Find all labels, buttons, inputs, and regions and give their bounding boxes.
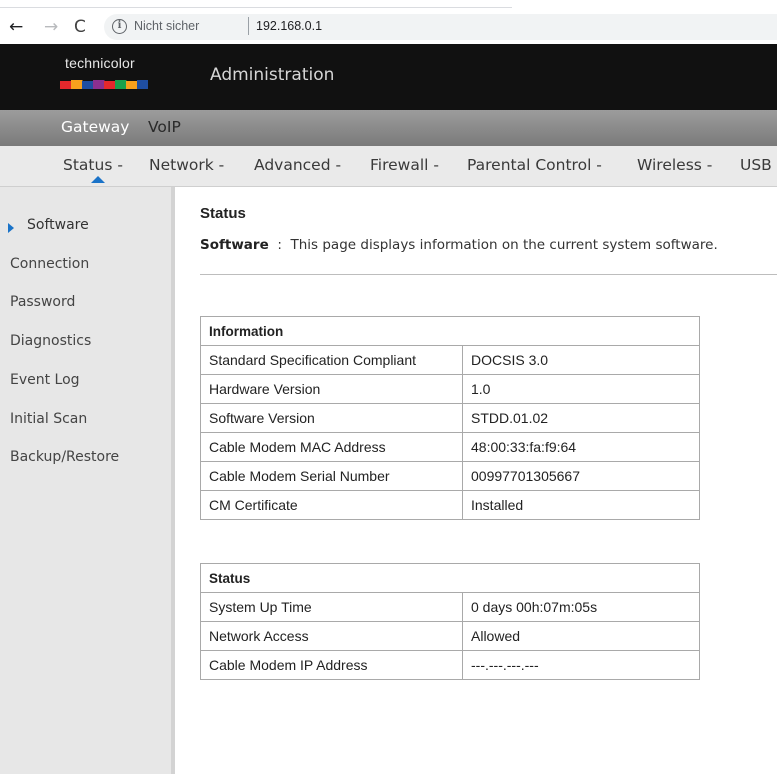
reload-icon[interactable]: C [74, 18, 86, 36]
table-cell-value: Installed [462, 490, 700, 520]
table-cell-key: Standard Specification Compliant [200, 345, 463, 375]
logo-color-segment [93, 80, 105, 89]
subnav-network[interactable]: Network - [149, 156, 224, 174]
table-cell-value: 1.0 [462, 374, 700, 404]
logo-color-segment [60, 81, 72, 89]
page-description: Software : This page displays informatio… [200, 237, 718, 253]
logo-color-segment [126, 81, 138, 89]
active-tab-marker-icon [91, 176, 105, 183]
table-cell-key: Cable Modem Serial Number [200, 461, 463, 491]
sidebar-item-software[interactable]: Software [27, 217, 89, 233]
status-table: Status System Up Time 0 days 00h:07m:05s… [200, 563, 700, 680]
logo-color-segment [137, 80, 148, 89]
table-row: Hardware Version 1.0 [200, 374, 700, 404]
information-table: Information Standard Specification Compl… [200, 316, 700, 520]
table-row: CM Certificate Installed [200, 490, 700, 520]
brand-logo-icon [60, 80, 148, 89]
table-row: Network Access Allowed [200, 621, 700, 651]
logo-color-segment [71, 80, 83, 89]
sidebar-item-backup-restore[interactable]: Backup/Restore [10, 449, 119, 465]
description-separator: : [277, 237, 282, 253]
description-text: This page displays information on the cu… [290, 237, 718, 253]
table-heading: Information [200, 316, 700, 346]
subnav-advanced[interactable]: Advanced - [254, 156, 341, 174]
table-cell-value: 00997701305667 [462, 461, 700, 491]
address-separator [248, 17, 249, 35]
forward-arrow-icon[interactable]: → [44, 18, 58, 36]
table-cell-value: DOCSIS 3.0 [462, 345, 700, 375]
table-cell-key: Cable Modem MAC Address [200, 432, 463, 462]
sidebar-item-password[interactable]: Password [10, 294, 75, 310]
table-cell-value: 0 days 00h:07m:05s [462, 592, 700, 622]
page-header-title: Administration [210, 65, 335, 85]
table-cell-key: Software Version [200, 403, 463, 433]
table-row: Software Version STDD.01.02 [200, 403, 700, 433]
subnav-status[interactable]: Status - [63, 156, 123, 174]
sidebar-item-connection[interactable]: Connection [10, 256, 89, 272]
back-arrow-icon[interactable]: ← [9, 18, 23, 36]
table-cell-key: System Up Time [200, 592, 463, 622]
logo-color-segment [82, 81, 94, 89]
subnav-parental-control[interactable]: Parental Control - [467, 156, 602, 174]
page-title: Status [200, 205, 246, 222]
address-bar[interactable] [104, 14, 777, 40]
top-navigation: Gateway VoIP [0, 110, 777, 146]
table-header-row: Information [200, 316, 700, 346]
table-cell-key: Cable Modem IP Address [200, 650, 463, 680]
subnav-firewall[interactable]: Firewall - [370, 156, 439, 174]
table-row: Cable Modem Serial Number 00997701305667 [200, 461, 700, 491]
table-cell-value: Allowed [462, 621, 700, 651]
app-header: technicolor Administration [0, 44, 777, 110]
table-row: Standard Specification Compliant DOCSIS … [200, 345, 700, 375]
table-cell-key: Hardware Version [200, 374, 463, 404]
tab-strip-edge [0, 7, 512, 8]
nav-voip[interactable]: VoIP [148, 118, 181, 136]
table-cell-key: CM Certificate [200, 490, 463, 520]
table-cell-value: STDD.01.02 [462, 403, 700, 433]
table-row: Cable Modem IP Address ---.---.---.--- [200, 650, 700, 680]
table-header-row: Status [200, 563, 700, 593]
info-icon[interactable]: i [112, 19, 127, 34]
sidebar-item-event-log[interactable]: Event Log [10, 372, 80, 388]
table-cell-key: Network Access [200, 621, 463, 651]
sub-navigation: Status - Network - Advanced - Firewall -… [0, 146, 777, 187]
security-status-label[interactable]: Nicht sicher [134, 19, 199, 33]
main-content: Status Software : This page displays inf… [183, 187, 777, 774]
subnav-usb[interactable]: USB [740, 156, 772, 174]
active-item-arrow-icon [8, 223, 14, 233]
table-row: System Up Time 0 days 00h:07m:05s [200, 592, 700, 622]
browser-toolbar: ← → C i Nicht sicher 192.168.0.1 [0, 0, 777, 44]
url-text[interactable]: 192.168.0.1 [256, 19, 322, 33]
sidebar-item-diagnostics[interactable]: Diagnostics [10, 333, 91, 349]
logo-color-segment [104, 81, 116, 89]
table-cell-value: ---.---.---.--- [462, 650, 700, 680]
table-row: Cable Modem MAC Address 48:00:33:fa:f9:6… [200, 432, 700, 462]
table-heading: Status [200, 563, 700, 593]
nav-gateway[interactable]: Gateway [61, 118, 129, 136]
sidebar-item-initial-scan[interactable]: Initial Scan [10, 411, 87, 427]
description-label: Software [200, 237, 269, 253]
subnav-wireless[interactable]: Wireless - [637, 156, 712, 174]
table-cell-value: 48:00:33:fa:f9:64 [462, 432, 700, 462]
sidebar: Software Connection Password Diagnostics… [0, 187, 175, 774]
section-divider [200, 274, 777, 275]
brand-logo-text: technicolor [65, 55, 135, 71]
logo-color-segment [115, 80, 127, 89]
